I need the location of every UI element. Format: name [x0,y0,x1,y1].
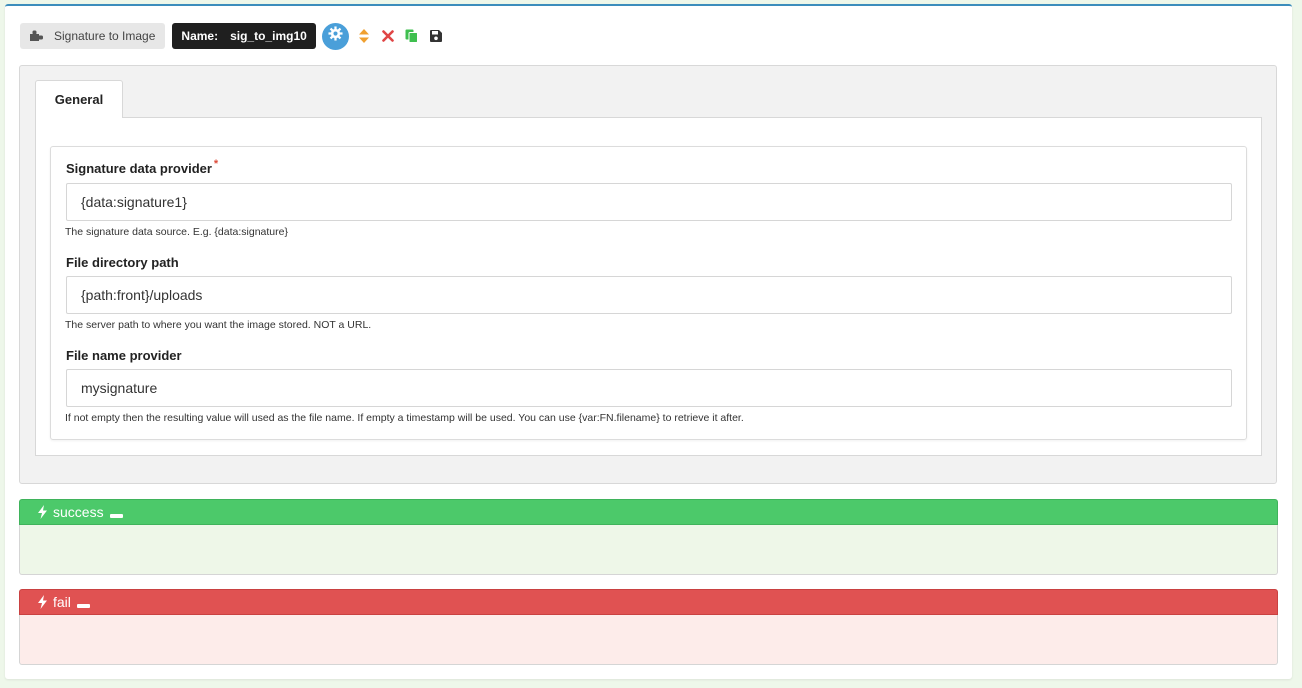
tab-content-general: Signature data provider* The signature d… [35,117,1262,456]
signature-data-provider-label-text: Signature data provider [66,161,212,176]
file-directory-path-help: The server path to where you want the im… [65,319,372,331]
fail-event-header[interactable]: fail [19,589,1278,615]
settings-button[interactable] [321,22,349,50]
action-card: Signature to Image Name: sig_to_img10 Ge… [5,4,1292,679]
form-box: Signature data provider* The signature d… [50,146,1247,440]
success-event-header[interactable]: success [19,499,1278,525]
close-icon[interactable] [381,29,395,43]
save-icon[interactable] [429,29,443,43]
file-name-provider-help: If not empty then the resulting value wi… [65,412,744,424]
signature-data-provider-label: Signature data provider * [66,158,219,176]
bolt-icon [38,595,47,609]
fail-label: fail [53,594,71,610]
signature-data-provider-help: The signature data source. E.g. {data:si… [65,226,288,238]
file-directory-path-input[interactable] [66,276,1232,314]
puzzle-icon [30,29,54,44]
success-label: success [53,504,104,520]
settings-panel: General Signature data provider* The sig… [19,65,1277,484]
file-name-provider-input[interactable] [66,369,1232,407]
collapse-icon[interactable] [109,514,123,518]
name-value: sig_to_img10 [230,29,307,43]
tab-general[interactable]: General [35,80,123,118]
action-toolbar: Signature to Image Name: sig_to_img10 [20,22,443,50]
bolt-icon [38,505,47,519]
name-label: Name: [181,29,219,43]
collapse-icon[interactable] [76,604,90,608]
action-type-label: Signature to Image [54,29,156,43]
file-directory-path-label: File directory path [66,255,179,270]
gear-icon [328,26,343,46]
copy-icon[interactable] [405,29,419,43]
action-name-badge[interactable]: Name: sig_to_img10 [172,23,316,49]
sort-icon[interactable] [357,29,371,43]
required-mark: * [213,158,219,170]
signature-data-provider-input[interactable] [66,183,1232,221]
success-event-dropzone[interactable] [19,525,1278,575]
file-name-provider-label: File name provider [66,348,182,363]
fail-event-dropzone[interactable] [19,615,1278,665]
action-type-badge[interactable]: Signature to Image [20,23,166,49]
